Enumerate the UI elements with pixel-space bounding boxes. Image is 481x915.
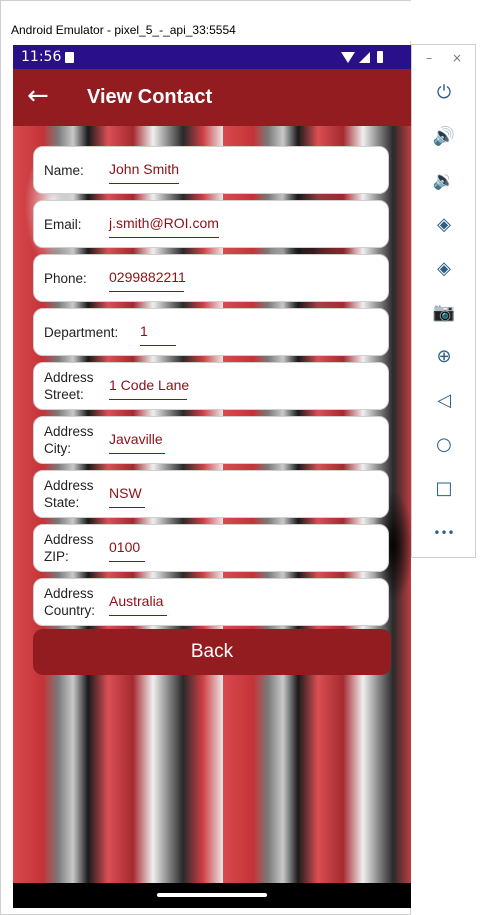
street-underline [109, 399, 187, 400]
street-label: Address Street: [44, 370, 94, 402]
overview-icon[interactable]: □ [432, 477, 456, 501]
email-label: Email: [44, 217, 82, 232]
state-value[interactable]: NSW [109, 485, 142, 501]
wifi-icon [341, 51, 355, 63]
department-label: Department: [44, 325, 119, 340]
name-label: Name: [44, 163, 84, 178]
street-value[interactable]: 1 Code Lane [109, 377, 189, 393]
window-title-bar[interactable]: Android Emulator - pixel_5_-_api_33:5554 [1, 1, 412, 41]
minimize-button[interactable]: – [426, 51, 432, 65]
country-underline [109, 615, 167, 616]
department-underline [140, 345, 176, 346]
system-navigation-bar [13, 883, 411, 908]
page-title: View Contact [87, 86, 213, 108]
country-field-card: Address Country: Australia [33, 578, 389, 626]
zoom-icon[interactable]: ⊕ [432, 345, 456, 369]
zip-label: Address ZIP: [44, 532, 94, 564]
name-underline [109, 183, 179, 184]
city-label: Address City: [44, 424, 94, 456]
name-value[interactable]: John Smith [109, 161, 179, 177]
volume-up-icon[interactable]: 🔊 [432, 125, 456, 149]
zip-value[interactable]: 0100 [109, 539, 140, 555]
more-icon[interactable]: ••• [432, 521, 456, 545]
rotate-left-icon[interactable]: ◈ [432, 213, 456, 237]
volume-down-icon[interactable]: 🔉 [432, 169, 456, 193]
window-title: Android Emulator - pixel_5_-_api_33:5554 [11, 23, 236, 37]
gesture-handle[interactable] [157, 893, 267, 897]
zip-field-card: Address ZIP: 0100 [33, 524, 389, 572]
home-icon[interactable]: ○ [432, 433, 456, 457]
state-label: Address State: [44, 478, 94, 510]
country-label: Address Country: [44, 586, 96, 618]
street-field-card: Address Street: 1 Code Lane [33, 362, 389, 410]
email-field-card: Email: j.smith@ROI.com [33, 200, 389, 248]
country-value[interactable]: Australia [109, 593, 163, 609]
camera-icon[interactable]: 📷 [432, 301, 456, 325]
emulator-toolbar: – × ⏻ 🔊 🔉 ◈ ◈ 📷 ⊕ ◁ ○ □ ••• [411, 44, 476, 558]
phone-label: Phone: [44, 271, 87, 286]
status-time: 11:56 [21, 49, 62, 65]
back-arrow-icon[interactable]: ← [27, 79, 49, 113]
name-field-card: Name: John Smith [33, 146, 389, 194]
department-field-card: Department: 1 [33, 308, 389, 356]
back-button[interactable]: Back [33, 629, 391, 675]
rotate-right-icon[interactable]: ◈ [432, 257, 456, 281]
battery-icon [377, 51, 383, 63]
zip-underline [109, 561, 145, 562]
phone-field-card: Phone: 0299882211 [33, 254, 389, 302]
signal-icon [359, 51, 370, 63]
phone-underline [109, 291, 184, 292]
sd-card-icon [65, 52, 74, 63]
status-bar: 11:56 [13, 45, 411, 69]
city-field-card: Address City: Javaville [33, 416, 389, 464]
department-value[interactable]: 1 [140, 323, 148, 339]
state-field-card: Address State: NSW [33, 470, 389, 518]
app-bar: ← View Contact [13, 69, 411, 126]
contact-form: Name: John Smith Email: j.smith@ROI.com … [13, 126, 411, 883]
back-icon[interactable]: ◁ [432, 389, 456, 413]
close-button[interactable]: × [452, 51, 462, 65]
city-value[interactable]: Javaville [109, 431, 163, 447]
power-icon[interactable]: ⏻ [432, 81, 456, 105]
email-value[interactable]: j.smith@ROI.com [109, 215, 219, 231]
emulator-window: Android Emulator - pixel_5_-_api_33:5554… [0, 0, 412, 915]
phone-value[interactable]: 0299882211 [109, 269, 186, 285]
state-underline [109, 507, 145, 508]
email-underline [109, 237, 219, 238]
city-underline [109, 453, 165, 454]
